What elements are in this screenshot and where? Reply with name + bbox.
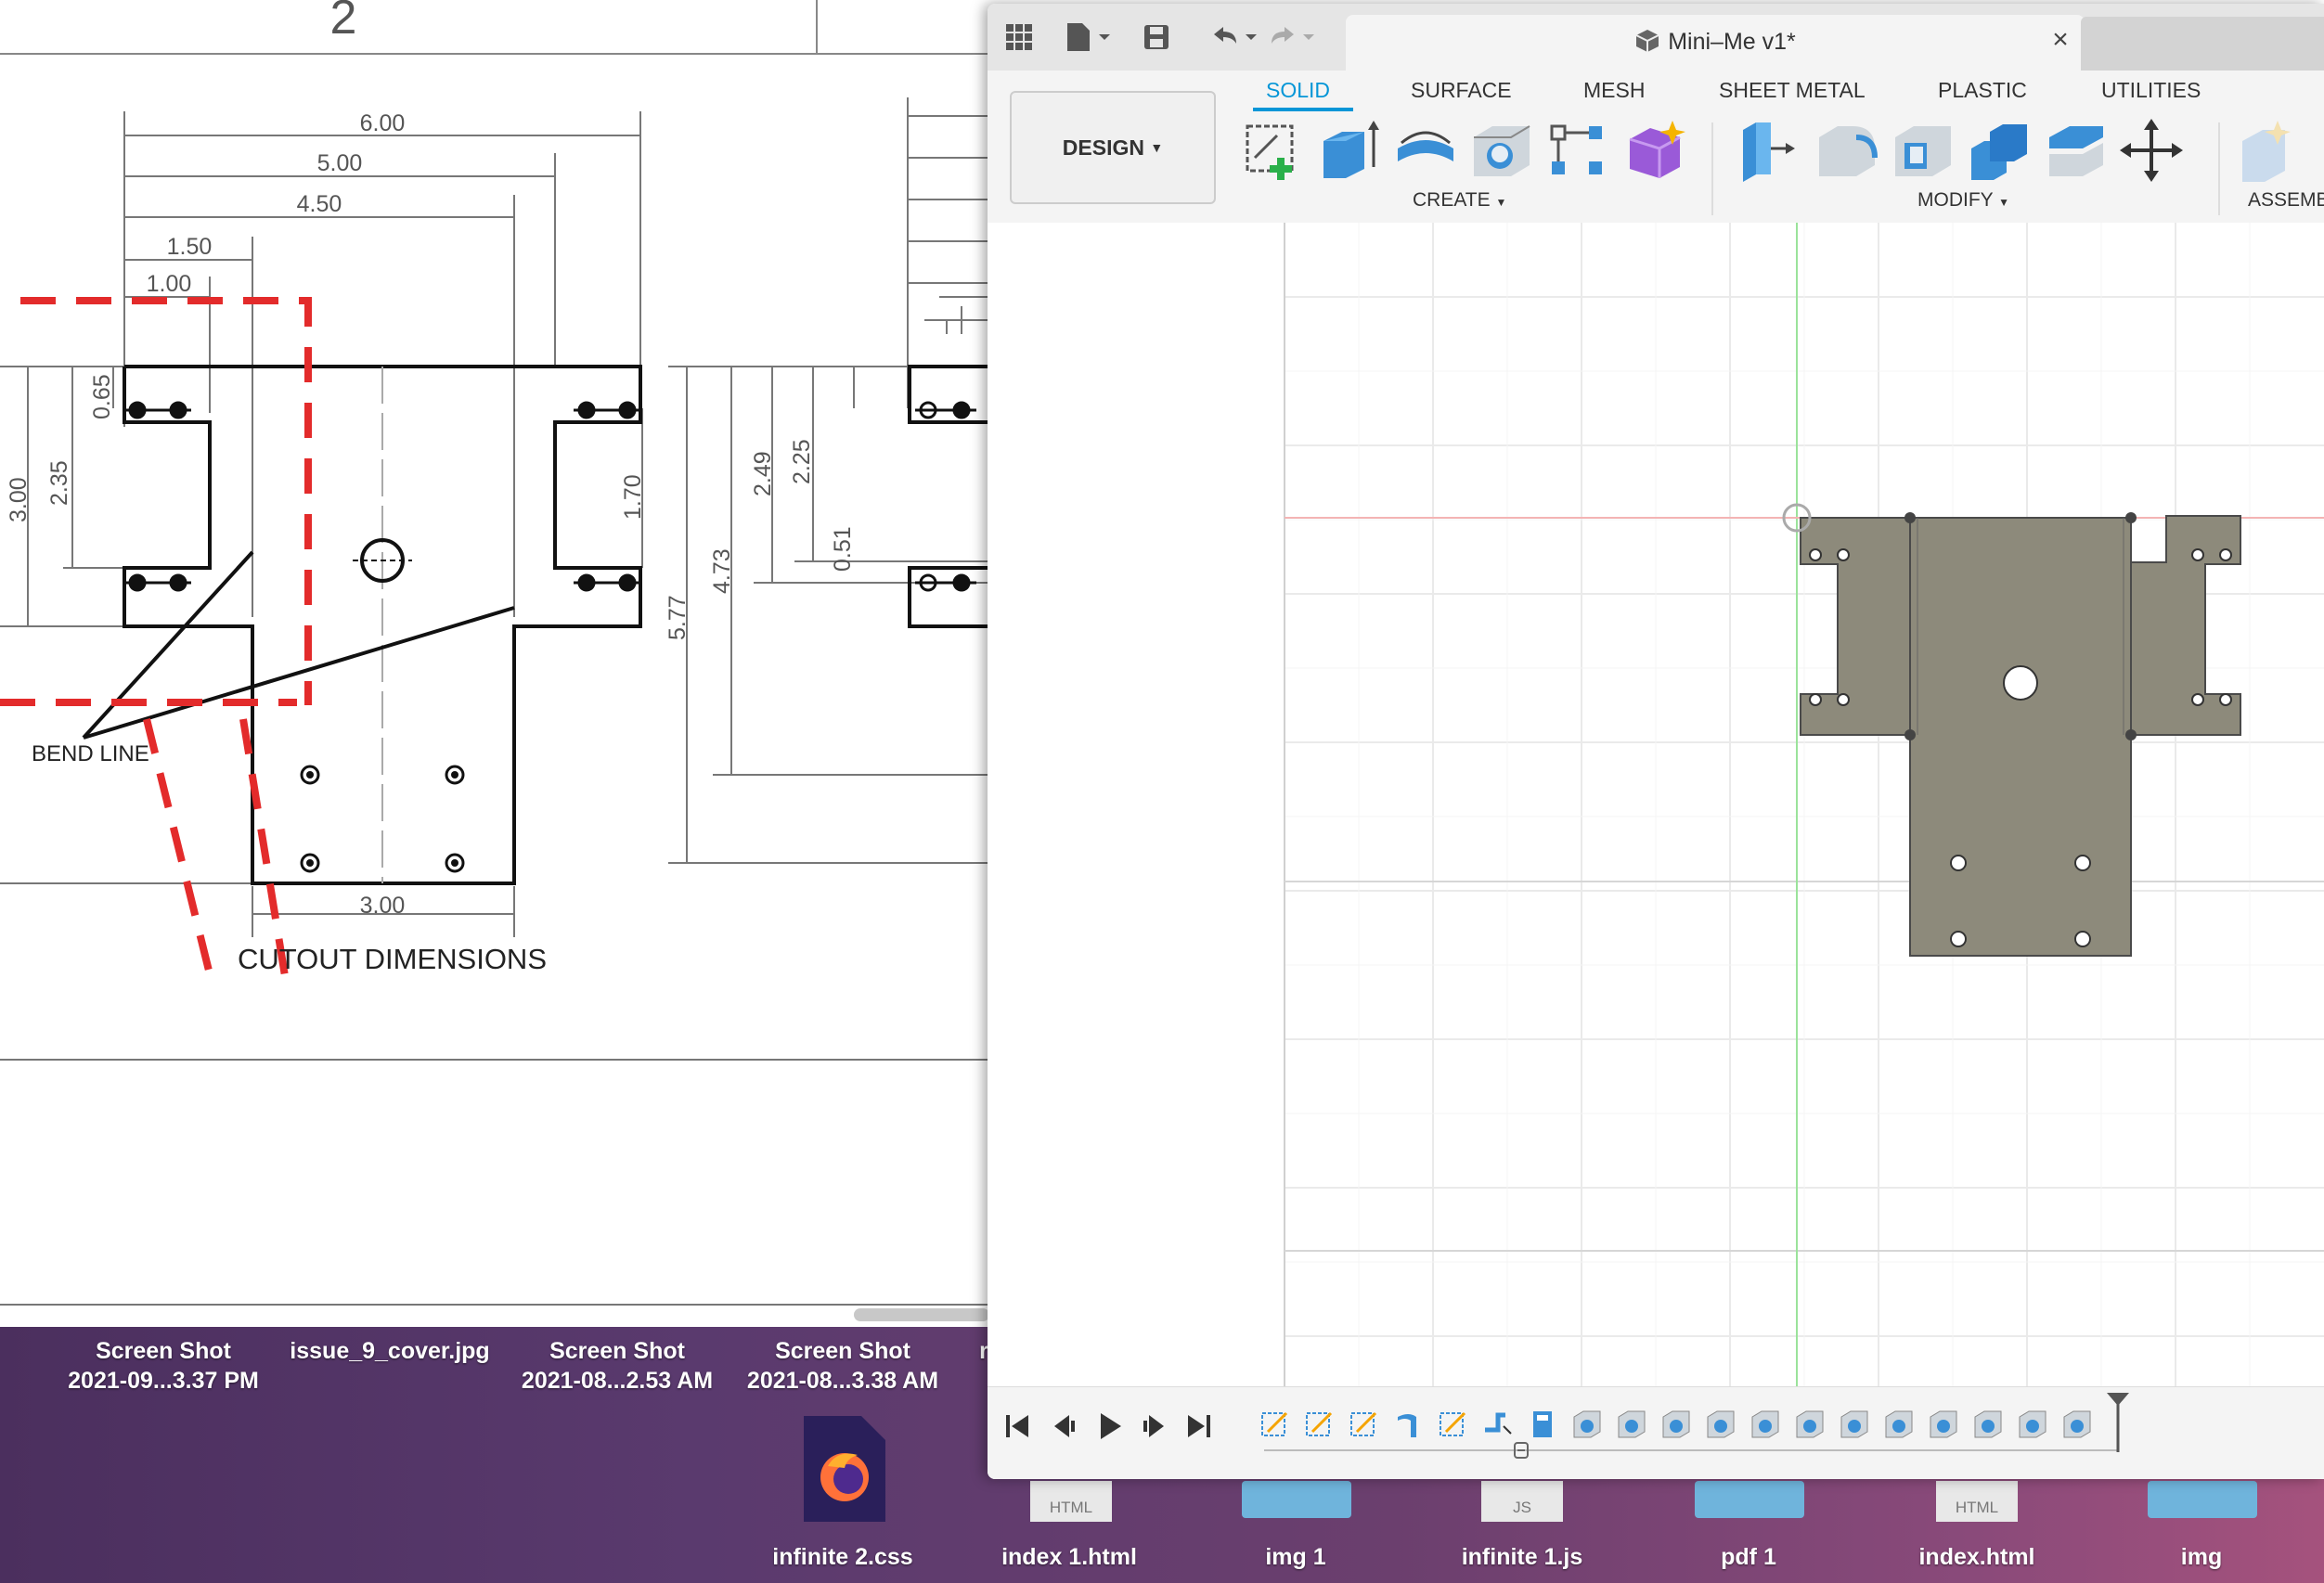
tab-plastic[interactable]: PLASTIC: [1938, 78, 2027, 103]
cutout-dimensions-label: CUTOUT DIMENSIONS: [238, 943, 547, 975]
sheet-metal-part: [1800, 512, 2241, 957]
js-file-icon: JS: [1481, 1481, 1563, 1522]
assemble-menu[interactable]: ASSEMB: [2248, 189, 2324, 212]
drawing-viewer-window: 2 6.00 5.00 4.50 1.50 1.00 0.65 2.35 3.0…: [0, 0, 989, 1327]
bend-line-label: BEND LINE: [32, 741, 149, 766]
hole-icon[interactable]: [1468, 117, 1535, 184]
press-pull-icon[interactable]: [1737, 117, 1804, 184]
svg-text:4.73: 4.73: [709, 548, 735, 594]
svg-text:5.00: 5.00: [317, 150, 363, 176]
save-icon[interactable]: [1140, 19, 1173, 56]
viewport-grid: [1284, 223, 2324, 1386]
desktop-file-index-1-html[interactable]: index 1.html: [976, 1542, 1162, 1572]
timeline-track: [1264, 1393, 2129, 1459]
offset-face-icon[interactable]: [2042, 117, 2109, 184]
toolbar-ribbon: SOLID SURFACE MESH SHEET METAL PLASTIC U…: [988, 71, 2324, 224]
svg-text:2.35: 2.35: [46, 460, 72, 506]
file-menu-icon[interactable]: [1062, 19, 1117, 56]
combine-icon[interactable]: [1966, 117, 2033, 184]
title-bar: Mini–Me v1* ×: [988, 4, 2324, 71]
desktop-folder-pdf-1[interactable]: pdf 1: [1656, 1542, 1841, 1572]
folder-icon: [1242, 1481, 1351, 1518]
folder-icon: [2148, 1481, 2257, 1518]
svg-text:4.50: 4.50: [297, 191, 342, 217]
move-icon[interactable]: [2118, 117, 2185, 184]
html-file-icon: HTML: [1030, 1481, 1112, 1522]
sheet-number: 2: [330, 0, 357, 45]
svg-text:1.00: 1.00: [147, 271, 192, 297]
workspace-design-button[interactable]: DESIGN ▼: [1010, 91, 1216, 204]
html-file-icon: HTML: [1936, 1481, 2018, 1522]
svg-text:0.51: 0.51: [830, 526, 856, 572]
form-icon[interactable]: [1622, 117, 1689, 184]
desktop-folder-img[interactable]: img: [2109, 1542, 2294, 1572]
svg-text:HTML: HTML: [1956, 1499, 1998, 1516]
pattern-icon[interactable]: [1544, 117, 1611, 184]
svg-text:3.00: 3.00: [6, 477, 32, 522]
fusion-window: Mini–Me v1* × SOLID SURFACE MESH SHEET M…: [988, 4, 2324, 1479]
model-canvas[interactable]: [988, 223, 2324, 1386]
tab-solid[interactable]: SOLID: [1266, 78, 1330, 103]
modify-menu[interactable]: MODIFY ▼: [1917, 189, 2009, 212]
desktop-file-screenshot-3[interactable]: Screen Shot 2021-08...3.38 AM: [733, 1336, 952, 1396]
divider: [2218, 122, 2220, 215]
create-menu[interactable]: CREATE ▼: [1413, 189, 1506, 212]
css-file-icon: [804, 1416, 885, 1522]
desktop-file-screenshot-2[interactable]: Screen Shot 2021-08...2.53 AM: [509, 1336, 726, 1396]
svg-text:JS: JS: [1513, 1499, 1531, 1516]
fillet-icon[interactable]: [1814, 117, 1880, 184]
divider: [1711, 122, 1713, 215]
active-tab-indicator: [1253, 108, 1353, 111]
desktop-folder-img-1[interactable]: img 1: [1203, 1542, 1388, 1572]
undo-icon[interactable]: [1208, 19, 1264, 56]
redo-icon[interactable]: [1266, 19, 1322, 56]
tab-surface[interactable]: SURFACE: [1411, 78, 1512, 103]
timeline: [988, 1386, 2324, 1479]
svg-text:1.50: 1.50: [167, 234, 213, 260]
app-grid-icon[interactable]: [1001, 19, 1038, 56]
desktop-file-infinite-js[interactable]: infinite 1.js: [1429, 1542, 1615, 1572]
desktop-file-infinite-css[interactable]: infinite 2.css: [741, 1542, 945, 1572]
extrude-icon[interactable]: [1316, 117, 1383, 184]
svg-text:2.49: 2.49: [750, 451, 776, 496]
svg-text:2.25: 2.25: [789, 439, 815, 484]
document-tab[interactable]: Mini–Me v1* ×: [1346, 15, 2085, 71]
new-component-icon[interactable]: [2235, 117, 2302, 184]
svg-text:5.77: 5.77: [665, 595, 691, 640]
svg-text:HTML: HTML: [1050, 1499, 1092, 1516]
document-title: Mini–Me v1*: [1346, 28, 2085, 56]
desktop-file-screenshot-1[interactable]: Screen Shot 2021-09...3.37 PM: [52, 1336, 275, 1396]
desktop-file-index-html[interactable]: index.html: [1884, 1542, 2070, 1572]
component-icon: [1635, 30, 1659, 52]
svg-text:0.65: 0.65: [89, 374, 115, 419]
folder-icon: [1695, 1481, 1804, 1518]
svg-text:3.00: 3.00: [360, 893, 406, 919]
tab-sheet-metal[interactable]: SHEET METAL: [1719, 78, 1866, 103]
svg-text:1.70: 1.70: [620, 474, 646, 520]
tab-utilities[interactable]: UTILITIES: [2101, 78, 2201, 103]
revolve-icon[interactable]: [1392, 117, 1459, 184]
technical-drawing: 2 6.00 5.00 4.50 1.50 1.00 0.65 2.35 3.0…: [0, 0, 989, 1321]
svg-text:6.00: 6.00: [360, 110, 406, 136]
create-sketch-icon[interactable]: [1240, 117, 1307, 184]
new-tab-area[interactable]: [2081, 17, 2324, 71]
tab-mesh[interactable]: MESH: [1583, 78, 1645, 103]
shell-icon[interactable]: [1890, 117, 1956, 184]
close-tab-icon[interactable]: ×: [2046, 24, 2075, 56]
desktop-file-issue-cover[interactable]: issue_9_cover.jpg: [280, 1336, 499, 1366]
